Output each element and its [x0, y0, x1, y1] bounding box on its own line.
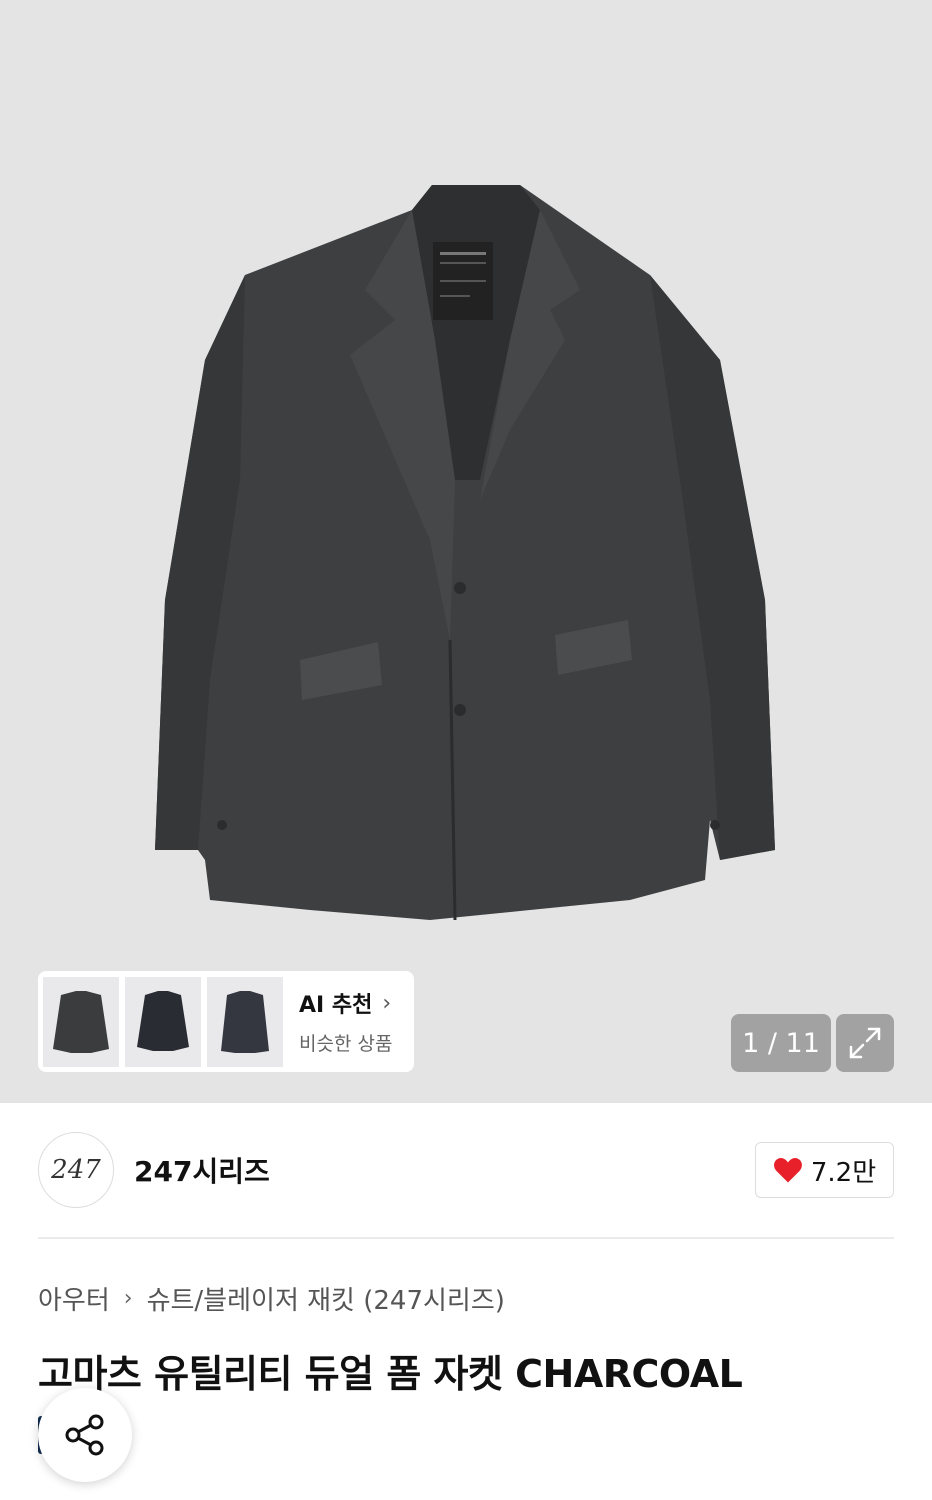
brand-name[interactable]: 247시리즈 [134, 1150, 270, 1190]
expand-icon[interactable] [836, 1014, 894, 1072]
image-counter: 1 / 11 [731, 1014, 831, 1072]
jacket-product-image [155, 185, 775, 920]
share-icon [65, 1414, 104, 1456]
product-title: 고마츠 유틸리티 듀얼 폼 자켓 CHARCOAL [38, 1352, 743, 1396]
breadcrumb-item-outer[interactable]: 아우터 [38, 1280, 110, 1317]
similar-product-thumb-1[interactable] [43, 976, 119, 1067]
chevron-right-icon: › [123, 1286, 133, 1311]
ai-recommendation-card[interactable]: AI 추천 › 비슷한 상품 [38, 971, 414, 1072]
share-button[interactable] [38, 1388, 132, 1482]
like-button[interactable]: 7.2만 [755, 1142, 894, 1198]
similar-product-thumb-3[interactable] [207, 976, 283, 1067]
ai-recommend-subtitle: 비슷한 상품 [299, 1033, 393, 1055]
ai-recommend-title: AI 추천 › [299, 990, 392, 1019]
divider [38, 1237, 894, 1239]
chevron-right-icon: › [382, 990, 392, 1016]
breadcrumb: 아우터 › 슈트/블레이저 재킷 (247시리즈) [38, 1280, 505, 1317]
similar-product-thumb-2[interactable] [125, 976, 201, 1067]
heart-icon [773, 1158, 802, 1183]
like-count: 7.2만 [810, 1157, 877, 1188]
brand-row: 247 247시리즈 7.2만 [38, 1132, 894, 1208]
product-image-gallery[interactable]: AI 추천 › 비슷한 상품 1 / 11 [0, 0, 932, 1103]
breadcrumb-item-blazer[interactable]: 슈트/블레이저 재킷 (247시리즈) [147, 1280, 505, 1317]
brand-logo[interactable]: 247 [38, 1132, 114, 1208]
